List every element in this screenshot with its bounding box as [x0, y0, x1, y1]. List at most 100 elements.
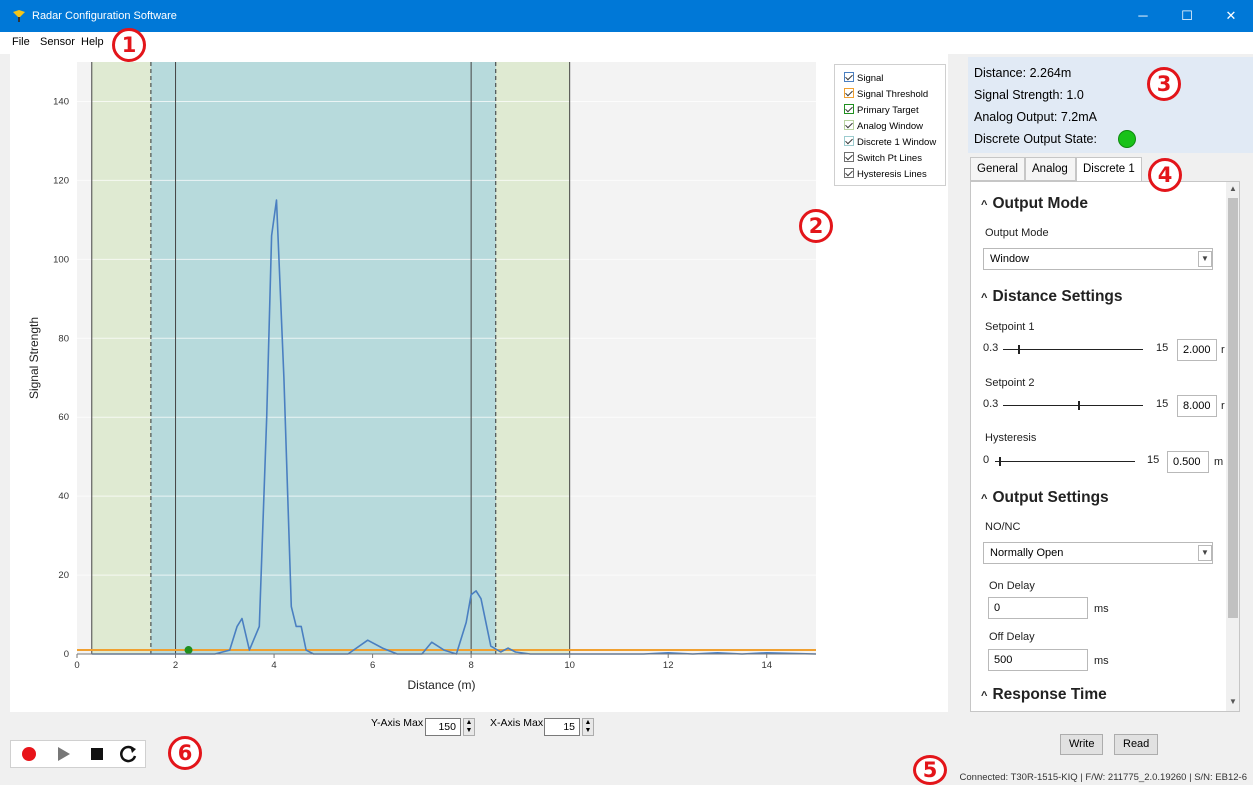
legend-switch-pt-lines[interactable]: Switch Pt Lines	[844, 152, 922, 166]
legend-signal[interactable]: Signal	[844, 72, 883, 86]
setpoint1-slider-thumb[interactable]	[1018, 345, 1020, 354]
close-button[interactable]: ✕	[1209, 0, 1253, 32]
y-tick-label: 100	[53, 254, 69, 265]
hysteresis-input[interactable]: 0.500	[1167, 451, 1209, 473]
chevron-down-icon: ▼	[1198, 545, 1212, 561]
setpoint2-input[interactable]: 8.000	[1177, 395, 1217, 417]
callout-badge-5: 5	[913, 755, 947, 785]
setpoint2-unit: r	[1221, 400, 1225, 412]
discrete-state-led-icon	[1118, 130, 1136, 148]
output-settings-header[interactable]: ^ Output Settings	[981, 489, 1109, 507]
distance-settings-header[interactable]: ^ Distance Settings	[981, 288, 1123, 306]
response-time-header[interactable]: ^ Response Time	[981, 686, 1107, 704]
hysteresis-min: 0	[983, 454, 990, 466]
y-axis-spinner-icon[interactable]: ▲ ▼	[463, 718, 475, 736]
hysteresis-label: Hysteresis	[985, 432, 1037, 444]
title-bar: Radar Configuration Software ─ ☐ ✕	[0, 0, 1253, 32]
legend-primary-target[interactable]: Primary Target	[844, 104, 919, 118]
maximize-button[interactable]: ☐	[1165, 0, 1209, 32]
refresh-icon[interactable]	[115, 741, 143, 767]
menu-sensor[interactable]: Sensor	[40, 36, 75, 48]
read-button[interactable]: Read	[1114, 734, 1159, 755]
x-tick-label: 0	[74, 660, 79, 671]
callout-badge-1: 1	[112, 28, 146, 62]
transport-toolbar	[10, 740, 146, 768]
tab-general[interactable]: General	[970, 157, 1025, 181]
y-tick-label: 120	[53, 175, 69, 186]
on-delay-label: On Delay	[989, 580, 1035, 592]
checkbox-icon[interactable]	[844, 152, 854, 162]
y-tick-label: 0	[64, 649, 69, 660]
discrete-settings-panel: ^ Output Mode Output Mode Window ▼ ^ Distan…	[970, 181, 1240, 712]
off-delay-input[interactable]: 500	[988, 649, 1088, 671]
menu-help[interactable]: Help	[81, 36, 104, 48]
scrollbar-thumb[interactable]	[1228, 198, 1238, 618]
off-delay-unit: ms	[1094, 655, 1109, 667]
chevron-down-icon: ▼	[1198, 251, 1212, 267]
x-axis-max-input[interactable]: 15	[544, 718, 580, 736]
output-mode-select[interactable]: Window ▼	[983, 248, 1213, 270]
collapse-icon: ^	[981, 199, 988, 211]
output-mode-label: Output Mode	[985, 227, 1049, 239]
y-tick-label: 60	[58, 412, 69, 423]
distance-readout: Distance: 2.264m	[974, 66, 1072, 80]
setpoint1-min: 0.3	[983, 342, 999, 354]
tab-discrete-1[interactable]: Discrete 1	[1076, 157, 1142, 183]
setpoint2-label: Setpoint 2	[985, 377, 1035, 389]
play-icon[interactable]	[49, 741, 77, 767]
legend-discrete-window[interactable]: Discrete 1 Window	[844, 136, 936, 150]
write-button[interactable]: Write	[1060, 734, 1104, 755]
hysteresis-max: 15	[1147, 454, 1160, 466]
discrete-state-label: Discrete Output State:	[974, 132, 1097, 146]
checkbox-icon[interactable]	[844, 72, 854, 82]
checkbox-icon[interactable]	[844, 88, 854, 98]
legend-hysteresis-lines[interactable]: Hysteresis Lines	[844, 168, 927, 182]
nonc-label: NO/NC	[985, 521, 1021, 533]
tab-analog[interactable]: Analog	[1025, 157, 1076, 181]
minimize-button[interactable]: ─	[1121, 0, 1165, 32]
legend-analog-window[interactable]: Analog Window	[844, 120, 923, 134]
setpoint2-slider[interactable]	[1003, 405, 1143, 406]
y-tick-label: 20	[58, 570, 69, 581]
output-mode-header[interactable]: ^ Output Mode	[981, 195, 1088, 213]
legend-signal-threshold[interactable]: Signal Threshold	[844, 88, 928, 102]
x-tick-label: 14	[761, 660, 772, 671]
connection-status: Connected: T30R-1515-KIQ | F/W: 211775_2…	[959, 772, 1247, 783]
collapse-icon: ^	[981, 292, 988, 304]
setpoint1-input[interactable]: 2.000	[1177, 339, 1217, 361]
hysteresis-slider-thumb[interactable]	[999, 457, 1001, 466]
hysteresis-unit: m	[1214, 456, 1224, 468]
collapse-icon: ^	[981, 690, 988, 702]
callout-badge-3: 3	[1147, 67, 1181, 101]
nonc-select[interactable]: Normally Open ▼	[983, 542, 1213, 564]
y-tick-label: 80	[58, 333, 69, 344]
panel-scrollbar[interactable]: ▲ ▼	[1226, 182, 1239, 711]
x-tick-label: 2	[173, 660, 178, 671]
hysteresis-slider[interactable]	[995, 461, 1135, 462]
x-tick-label: 12	[663, 660, 674, 671]
scroll-down-icon[interactable]: ▼	[1229, 697, 1237, 706]
checkbox-icon[interactable]	[844, 120, 854, 130]
off-delay-label: Off Delay	[989, 631, 1035, 643]
y-axis-max-input[interactable]: 150	[425, 718, 461, 736]
setpoint2-slider-thumb[interactable]	[1078, 401, 1080, 410]
setpoint1-slider[interactable]	[1003, 349, 1143, 350]
menu-file[interactable]: File	[12, 36, 30, 48]
x-axis-max-label: X-Axis Max	[490, 717, 544, 729]
callout-badge-4: 4	[1148, 158, 1182, 192]
collapse-icon: ^	[981, 493, 988, 505]
menu-bar: File Sensor Help	[0, 32, 1253, 54]
checkbox-icon[interactable]	[844, 136, 854, 146]
checkbox-icon[interactable]	[844, 104, 854, 114]
signal-chart[interactable]: 0 2 4 6 8 10 12 14020406080100120140Distance (m…	[10, 54, 948, 712]
stop-icon[interactable]	[83, 741, 111, 767]
setpoint2-max: 15	[1156, 398, 1169, 410]
record-icon[interactable]	[15, 741, 43, 767]
scroll-up-icon[interactable]: ▲	[1229, 184, 1237, 193]
y-tick-label: 140	[53, 96, 69, 107]
checkbox-icon[interactable]	[844, 168, 854, 178]
x-axis-spinner-icon[interactable]: ▲ ▼	[582, 718, 594, 736]
x-tick-label: 6	[370, 660, 375, 671]
setpoint1-max: 15	[1156, 342, 1169, 354]
on-delay-input[interactable]: 0	[988, 597, 1088, 619]
